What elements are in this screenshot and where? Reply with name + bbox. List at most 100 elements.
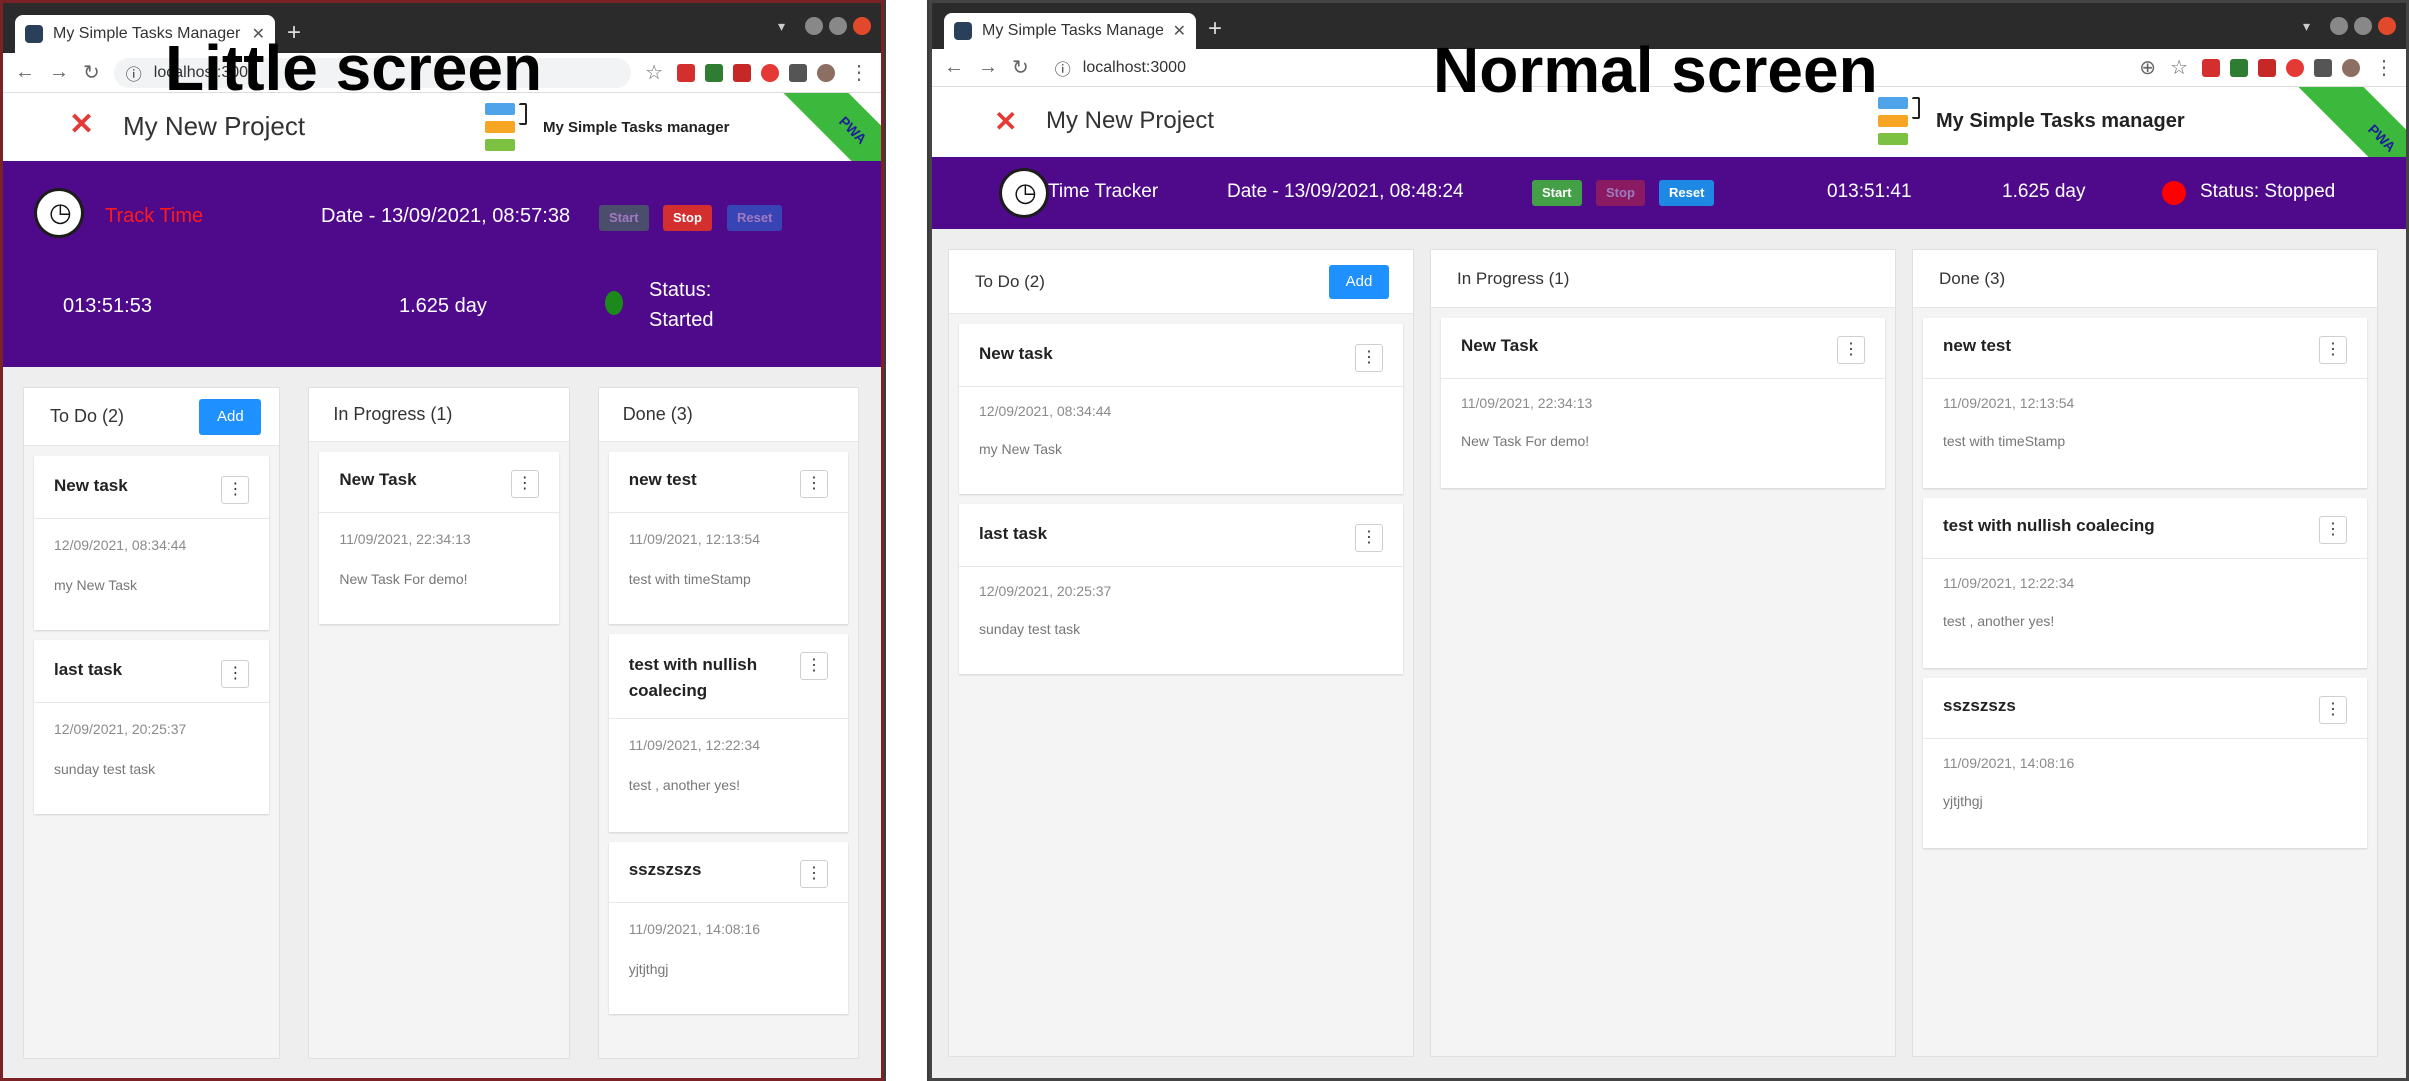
todo-column-title: To Do (2) <box>50 406 125 426</box>
back-icon[interactable]: ← <box>15 61 35 84</box>
task-menu-icon[interactable]: ⋮ <box>510 470 539 498</box>
menu-dots-icon[interactable]: ⋮ <box>2374 55 2394 80</box>
close-project-icon[interactable]: ✕ <box>69 107 94 142</box>
extension-icon[interactable] <box>733 63 751 82</box>
task-menu-icon[interactable]: ⋮ <box>1355 524 1383 552</box>
minimize-icon[interactable] <box>2330 17 2348 35</box>
elapsed-days: 1.625 day <box>399 295 487 317</box>
task-card[interactable]: New task ⋮ 12/09/2021, 08:34:44 my New T… <box>34 456 270 630</box>
window-close-icon[interactable] <box>853 17 871 35</box>
task-date: 11/09/2021, 14:08:16 <box>628 921 760 937</box>
done-column-header: Done (3) <box>1913 250 2377 308</box>
forward-icon[interactable]: → <box>49 61 69 84</box>
window-close-icon[interactable] <box>2378 17 2396 35</box>
status-value: Started <box>649 309 714 331</box>
task-menu-icon[interactable]: ⋮ <box>2319 336 2347 364</box>
task-card[interactable]: test with nullish coalecing ⋮ 11/09/2021… <box>608 634 848 832</box>
in-progress-column: In Progress (1) New Task ⋮ 11/09/2021, 2… <box>308 387 570 1059</box>
extension-icon[interactable] <box>677 63 695 82</box>
maximize-icon[interactable] <box>829 17 847 35</box>
task-title: last task <box>54 660 123 679</box>
task-menu-icon[interactable]: ⋮ <box>1837 336 1865 364</box>
elapsed-days: 1.625 day <box>2002 181 2086 202</box>
window-controls: ▾ <box>778 17 871 35</box>
flag-extension-icon[interactable] <box>2230 58 2248 77</box>
task-title: test with nullish coalecing <box>1943 516 2155 535</box>
done-column-header: Done (3) <box>598 388 858 442</box>
tab-close-icon[interactable]: ✕ <box>1173 21 1186 41</box>
new-tab-icon[interactable]: + <box>1208 15 1222 43</box>
bookmark-star-icon[interactable]: ☆ <box>645 60 663 85</box>
window-controls: ▾ <box>2303 17 2396 35</box>
extensions <box>677 63 835 82</box>
maximize-icon[interactable] <box>2354 17 2372 35</box>
flag-extension-icon[interactable] <box>705 63 723 82</box>
extension-icon[interactable] <box>2202 58 2220 77</box>
task-title: new test <box>628 470 697 489</box>
task-card[interactable]: New task ⋮ 12/09/2021, 08:34:44 my New T… <box>959 324 1403 494</box>
tab-search-icon[interactable]: ▾ <box>2303 18 2310 35</box>
task-menu-icon[interactable]: ⋮ <box>800 652 828 680</box>
in-progress-column-header: In Progress (1) <box>309 388 569 442</box>
close-project-icon[interactable]: ✕ <box>994 105 1017 138</box>
extension-icon[interactable] <box>2258 58 2276 77</box>
minimize-icon[interactable] <box>805 17 823 35</box>
stop-button[interactable]: Stop <box>1596 180 1645 206</box>
start-button[interactable]: Start <box>1532 180 1582 206</box>
tracker-title: Track Time <box>105 205 204 227</box>
task-card[interactable]: last task ⋮ 12/09/2021, 20:25:37 sunday … <box>959 504 1403 674</box>
brand-name: My Simple Tasks manager <box>543 118 730 136</box>
task-menu-icon[interactable]: ⋮ <box>221 476 250 504</box>
task-card[interactable]: new test ⋮ 11/09/2021, 12:13:54 test wit… <box>1923 318 2367 488</box>
task-menu-icon[interactable]: ⋮ <box>1355 344 1383 372</box>
reload-icon[interactable]: ↻ <box>83 60 100 85</box>
install-icon[interactable]: ⊕ <box>2139 55 2156 80</box>
task-card[interactable]: New Task ⋮ 11/09/2021, 22:34:13 New Task… <box>319 452 559 624</box>
react-favicon-icon <box>954 22 972 40</box>
project-title: My New Project <box>1046 107 1215 134</box>
reset-button[interactable]: Reset <box>1659 180 1715 206</box>
block-extension-icon[interactable] <box>2286 58 2304 77</box>
add-task-button[interactable]: Add <box>199 398 262 435</box>
task-menu-icon[interactable]: ⋮ <box>221 660 250 688</box>
puzzle-icon[interactable] <box>2314 58 2332 77</box>
done-column: Done (3) new test ⋮ 11/09/2021, 12:13:54… <box>1912 249 2378 1057</box>
task-menu-icon[interactable]: ⋮ <box>2319 516 2347 544</box>
reload-icon[interactable]: ↻ <box>1012 55 1029 80</box>
add-task-button[interactable]: Add <box>1329 264 1389 299</box>
task-menu-icon[interactable]: ⋮ <box>2319 696 2347 724</box>
puzzle-icon[interactable] <box>789 63 807 82</box>
task-card[interactable]: sszszszs ⋮ 11/09/2021, 14:08:16 yjtjthgj <box>1923 678 2367 848</box>
back-icon[interactable]: ← <box>944 56 964 79</box>
task-title: New task <box>54 476 128 495</box>
task-date: 11/09/2021, 14:08:16 <box>1943 755 2075 771</box>
task-card[interactable]: last task ⋮ 12/09/2021, 20:25:37 sunday … <box>34 640 270 814</box>
tab-search-icon[interactable]: ▾ <box>778 18 785 35</box>
todo-column: To Do (2) Add New task ⋮ 12/09/2021, 08:… <box>948 249 1414 1057</box>
todo-column-header: To Do (2) Add <box>24 388 280 446</box>
task-card[interactable]: new test ⋮ 11/09/2021, 12:13:54 test wit… <box>608 452 848 624</box>
block-extension-icon[interactable] <box>761 63 779 82</box>
bookmark-star-icon[interactable]: ☆ <box>2170 55 2188 80</box>
todo-column: To Do (2) Add New task ⋮ 12/09/2021, 08:… <box>23 387 281 1059</box>
reset-button[interactable]: Reset <box>727 205 783 231</box>
stop-button[interactable]: Stop <box>663 205 712 231</box>
profile-avatar[interactable] <box>2342 58 2360 77</box>
start-button[interactable]: Start <box>599 205 649 231</box>
profile-avatar[interactable] <box>817 63 835 82</box>
task-title: sszszszs <box>1943 696 2016 715</box>
browser-tab[interactable]: My Simple Tasks Manager ✕ <box>944 13 1196 49</box>
done-column-title: Done (3) <box>1939 268 2006 288</box>
task-card[interactable]: New Task ⋮ 11/09/2021, 22:34:13 New Task… <box>1441 318 1885 488</box>
info-icon: ⓘ <box>125 66 142 84</box>
task-board: To Do (2) Add New task ⋮ 12/09/2021, 08:… <box>932 229 2406 1078</box>
task-board: To Do (2) Add New task ⋮ 12/09/2021, 08:… <box>3 367 881 1078</box>
task-date: 12/09/2021, 08:34:44 <box>979 403 1112 419</box>
status-started-dot <box>605 291 623 315</box>
task-menu-icon[interactable]: ⋮ <box>800 470 828 498</box>
task-card[interactable]: test with nullish coalecing ⋮ 11/09/2021… <box>1923 498 2367 668</box>
task-menu-icon[interactable]: ⋮ <box>800 860 828 888</box>
forward-icon[interactable]: → <box>978 56 998 79</box>
task-card[interactable]: sszszszs ⋮ 11/09/2021, 14:08:16 yjtjthgj <box>608 842 848 1014</box>
menu-dots-icon[interactable]: ⋮ <box>849 60 869 85</box>
